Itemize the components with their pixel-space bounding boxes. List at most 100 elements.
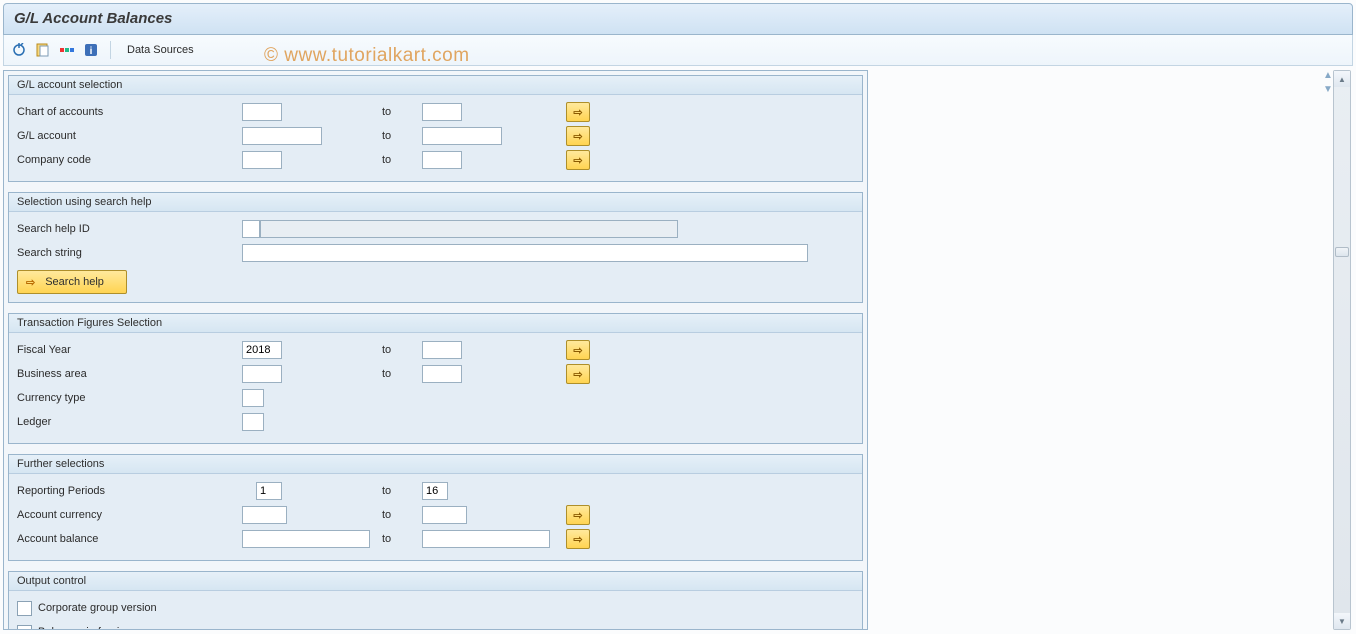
svg-text:i: i (90, 46, 93, 57)
toolbar-separator (110, 41, 111, 59)
group-gl-account-selection: G/L account selection Chart of accounts … (8, 75, 863, 182)
scrollbar-track[interactable] (1334, 87, 1350, 613)
label-gl-account: G/L account (17, 130, 242, 142)
input-search-help-id-short[interactable] (242, 220, 260, 238)
to-label: to (382, 485, 422, 497)
multiple-selection-icon[interactable]: ⇨ (566, 150, 590, 170)
group-header: G/L account selection (9, 76, 862, 95)
page-title: G/L Account Balances (14, 10, 172, 27)
arrow-right-icon: ⇨ (26, 276, 35, 289)
execute-icon[interactable] (10, 41, 28, 59)
input-company-code-low[interactable] (242, 151, 282, 169)
group-header: Transaction Figures Selection (9, 314, 862, 333)
checkbox-foreign-currency[interactable] (17, 625, 32, 631)
label-ledger: Ledger (17, 416, 242, 428)
label-business-area: Business area (17, 368, 242, 380)
label-corporate-group-version: Corporate group version (38, 602, 157, 614)
label-search-help-id: Search help ID (17, 223, 242, 235)
multiple-selection-icon[interactable]: ⇨ (566, 340, 590, 360)
input-reporting-periods-low[interactable] (256, 482, 282, 500)
group-header: Further selections (9, 455, 862, 474)
scrollbar-up-button[interactable]: ▲ (1334, 71, 1350, 87)
scrollbar-grip[interactable] (1335, 247, 1349, 257)
checkbox-corporate-group-version[interactable] (17, 601, 32, 616)
selection-screen: G/L account selection Chart of accounts … (3, 70, 868, 630)
to-label: to (382, 130, 422, 142)
label-account-currency: Account currency (17, 509, 242, 521)
group-header: Output control (9, 572, 862, 591)
multiple-selection-icon[interactable]: ⇨ (566, 364, 590, 384)
field-row-gl-account: G/L account to ⇨ (17, 125, 854, 147)
label-fiscal-year: Fiscal Year (17, 344, 242, 356)
input-ledger[interactable] (242, 413, 264, 431)
label-chart-of-accounts: Chart of accounts (17, 106, 242, 118)
field-row-reporting-periods: Reporting Periods to (17, 480, 854, 502)
input-account-currency-high[interactable] (422, 506, 467, 524)
field-row-currency-type: Currency type (17, 387, 854, 409)
scroll-up-triangle-icon[interactable]: ▲ (1323, 70, 1333, 80)
multiple-selection-icon[interactable]: ⇨ (566, 126, 590, 146)
group-further-selections: Further selections Reporting Periods to … (8, 454, 863, 561)
to-label: to (382, 368, 422, 380)
field-row-fiscal-year: Fiscal Year to ⇨ (17, 339, 854, 361)
input-chart-of-accounts-high[interactable] (422, 103, 462, 121)
to-label: to (382, 344, 422, 356)
field-row-corporate-group-version: Corporate group version (17, 597, 854, 619)
field-row-search-help-id: Search help ID (17, 218, 854, 240)
label-company-code: Company code (17, 154, 242, 166)
input-currency-type[interactable] (242, 389, 264, 407)
label-search-string: Search string (17, 247, 242, 259)
label-foreign-currency: Balances in foreign currency (38, 626, 177, 630)
input-account-balance-low[interactable] (242, 530, 370, 548)
work-area: G/L account selection Chart of accounts … (3, 70, 1353, 630)
field-row-company-code: Company code to ⇨ (17, 149, 854, 171)
field-row-account-balance: Account balance to ⇨ (17, 528, 854, 550)
multiple-selection-icon[interactable]: ⇨ (566, 102, 590, 122)
label-reporting-periods: Reporting Periods (17, 485, 242, 497)
window-title-bar: G/L Account Balances (3, 3, 1353, 35)
to-label: to (382, 106, 422, 118)
selection-options-icon[interactable] (58, 41, 76, 59)
label-currency-type: Currency type (17, 392, 242, 404)
input-gl-account-high[interactable] (422, 127, 502, 145)
vertical-scrollbar[interactable]: ▲ ▼ (1333, 70, 1351, 630)
watermark-text: © www.tutorialkart.com (264, 45, 470, 67)
scrollbar-down-button[interactable]: ▼ (1334, 613, 1350, 629)
input-chart-of-accounts-low[interactable] (242, 103, 282, 121)
input-search-help-id-desc[interactable] (260, 220, 678, 238)
input-fiscal-year-high[interactable] (422, 341, 462, 359)
field-row-business-area: Business area to ⇨ (17, 363, 854, 385)
to-label: to (382, 509, 422, 521)
field-row-foreign-currency: Balances in foreign currency (17, 621, 854, 630)
group-output-control: Output control Corporate group version B… (8, 571, 863, 630)
input-fiscal-year-low[interactable] (242, 341, 282, 359)
input-reporting-periods-high[interactable] (422, 482, 448, 500)
field-row-ledger: Ledger (17, 411, 854, 433)
info-icon[interactable]: i (82, 41, 100, 59)
search-help-button[interactable]: ⇨ Search help (17, 270, 127, 294)
group-transaction-figures: Transaction Figures Selection Fiscal Yea… (8, 313, 863, 444)
input-gl-account-low[interactable] (242, 127, 322, 145)
input-search-string[interactable] (242, 244, 808, 262)
input-account-balance-high[interactable] (422, 530, 550, 548)
input-account-currency-low[interactable] (242, 506, 287, 524)
group-search-help: Selection using search help Search help … (8, 192, 863, 303)
get-variant-icon[interactable] (34, 41, 52, 59)
input-company-code-high[interactable] (422, 151, 462, 169)
side-blank-area: ▲ ▼ ▲ ▼ (868, 70, 1353, 630)
search-help-button-label: Search help (45, 276, 104, 288)
group-header: Selection using search help (9, 193, 862, 212)
to-label: to (382, 154, 422, 166)
field-row-account-currency: Account currency to ⇨ (17, 504, 854, 526)
input-business-area-low[interactable] (242, 365, 282, 383)
data-sources-button[interactable]: Data Sources (121, 41, 200, 59)
field-row-search-string: Search string (17, 242, 854, 264)
label-account-balance: Account balance (17, 533, 242, 545)
input-business-area-high[interactable] (422, 365, 462, 383)
to-label: to (382, 533, 422, 545)
multiple-selection-icon[interactable]: ⇨ (566, 505, 590, 525)
multiple-selection-icon[interactable]: ⇨ (566, 529, 590, 549)
scroll-down-triangle-icon[interactable]: ▼ (1323, 84, 1333, 94)
field-row-chart-of-accounts: Chart of accounts to ⇨ (17, 101, 854, 123)
application-toolbar: i Data Sources © www.tutorialkart.com (3, 35, 1353, 66)
